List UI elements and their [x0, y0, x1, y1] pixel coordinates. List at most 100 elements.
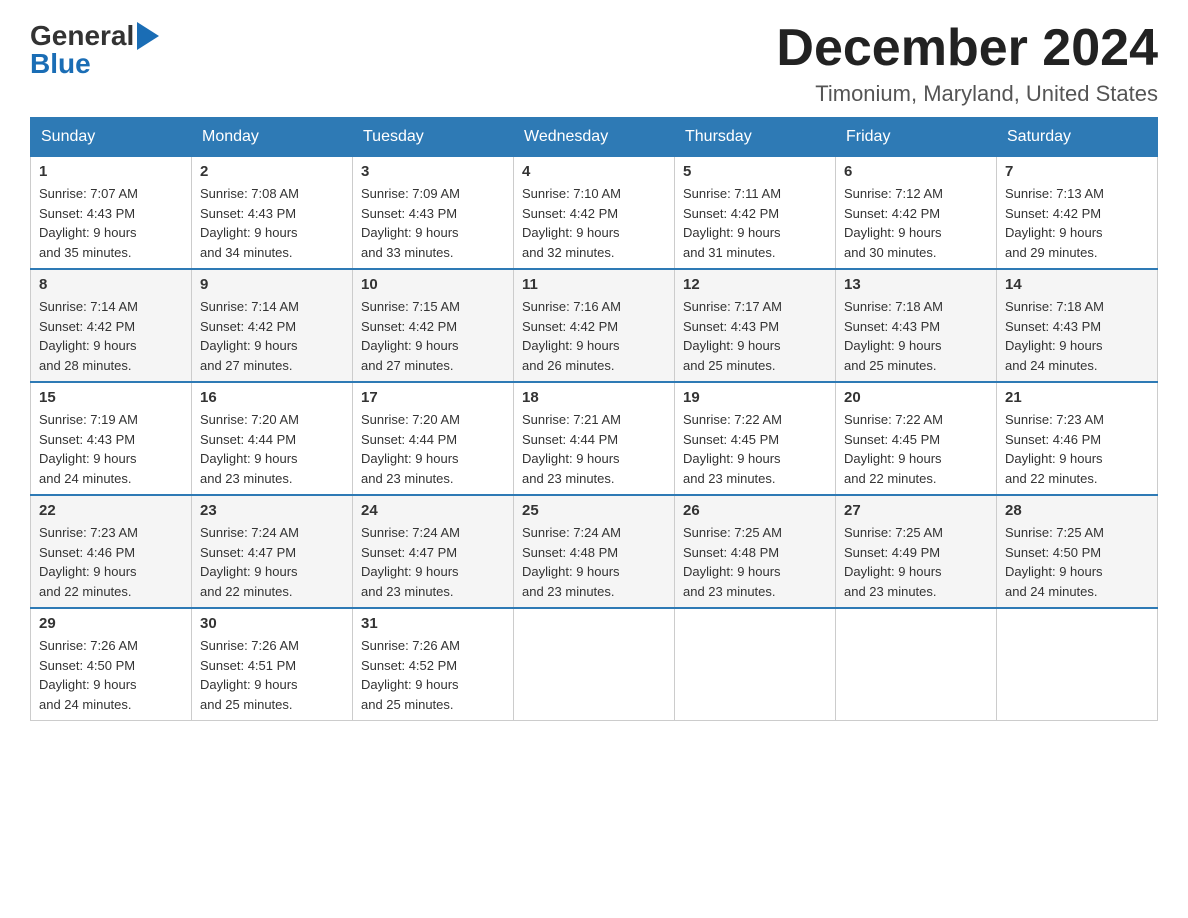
daylight-label: Daylight: 9 hoursand 23 minutes. — [683, 564, 781, 599]
calendar-cell: 22 Sunrise: 7:23 AM Sunset: 4:46 PM Dayl… — [31, 495, 192, 608]
sunset-label: Sunset: 4:44 PM — [522, 432, 618, 447]
location-subtitle: Timonium, Maryland, United States — [776, 81, 1158, 107]
sunset-label: Sunset: 4:43 PM — [39, 432, 135, 447]
sunrise-label: Sunrise: 7:22 AM — [683, 412, 782, 427]
sunset-label: Sunset: 4:42 PM — [844, 206, 940, 221]
day-number: 21 — [1005, 389, 1149, 406]
day-number: 12 — [683, 276, 827, 293]
day-info: Sunrise: 7:22 AM Sunset: 4:45 PM Dayligh… — [683, 410, 827, 488]
day-number: 18 — [522, 389, 666, 406]
day-number: 24 — [361, 502, 505, 519]
sunrise-label: Sunrise: 7:10 AM — [522, 186, 621, 201]
day-info: Sunrise: 7:24 AM Sunset: 4:47 PM Dayligh… — [361, 523, 505, 601]
calendar-week-row: 22 Sunrise: 7:23 AM Sunset: 4:46 PM Dayl… — [31, 495, 1158, 608]
daylight-label: Daylight: 9 hoursand 22 minutes. — [1005, 451, 1103, 486]
day-info: Sunrise: 7:26 AM Sunset: 4:50 PM Dayligh… — [39, 636, 183, 714]
calendar-cell: 9 Sunrise: 7:14 AM Sunset: 4:42 PM Dayli… — [192, 269, 353, 382]
daylight-label: Daylight: 9 hoursand 25 minutes. — [200, 677, 298, 712]
sunrise-label: Sunrise: 7:20 AM — [361, 412, 460, 427]
calendar-cell — [997, 608, 1158, 721]
sunrise-label: Sunrise: 7:22 AM — [844, 412, 943, 427]
day-number: 3 — [361, 163, 505, 180]
day-number: 17 — [361, 389, 505, 406]
day-number: 30 — [200, 615, 344, 632]
calendar-cell — [675, 608, 836, 721]
day-info: Sunrise: 7:26 AM Sunset: 4:51 PM Dayligh… — [200, 636, 344, 714]
day-number: 20 — [844, 389, 988, 406]
day-info: Sunrise: 7:23 AM Sunset: 4:46 PM Dayligh… — [39, 523, 183, 601]
calendar-cell: 11 Sunrise: 7:16 AM Sunset: 4:42 PM Dayl… — [514, 269, 675, 382]
sunset-label: Sunset: 4:44 PM — [200, 432, 296, 447]
sunrise-label: Sunrise: 7:25 AM — [844, 525, 943, 540]
daylight-label: Daylight: 9 hoursand 22 minutes. — [39, 564, 137, 599]
sunset-label: Sunset: 4:42 PM — [522, 206, 618, 221]
sunrise-label: Sunrise: 7:26 AM — [39, 638, 138, 653]
sunrise-label: Sunrise: 7:08 AM — [200, 186, 299, 201]
calendar-cell: 29 Sunrise: 7:26 AM Sunset: 4:50 PM Dayl… — [31, 608, 192, 721]
sunrise-label: Sunrise: 7:23 AM — [39, 525, 138, 540]
calendar-cell: 7 Sunrise: 7:13 AM Sunset: 4:42 PM Dayli… — [997, 157, 1158, 270]
calendar-cell: 17 Sunrise: 7:20 AM Sunset: 4:44 PM Dayl… — [353, 382, 514, 495]
calendar-week-row: 15 Sunrise: 7:19 AM Sunset: 4:43 PM Dayl… — [31, 382, 1158, 495]
sunset-label: Sunset: 4:42 PM — [522, 319, 618, 334]
sunrise-label: Sunrise: 7:19 AM — [39, 412, 138, 427]
daylight-label: Daylight: 9 hoursand 27 minutes. — [200, 338, 298, 373]
sunset-label: Sunset: 4:43 PM — [683, 319, 779, 334]
day-number: 25 — [522, 502, 666, 519]
day-info: Sunrise: 7:23 AM Sunset: 4:46 PM Dayligh… — [1005, 410, 1149, 488]
day-number: 28 — [1005, 502, 1149, 519]
daylight-label: Daylight: 9 hoursand 23 minutes. — [683, 451, 781, 486]
calendar-cell: 3 Sunrise: 7:09 AM Sunset: 4:43 PM Dayli… — [353, 157, 514, 270]
calendar-cell: 13 Sunrise: 7:18 AM Sunset: 4:43 PM Dayl… — [836, 269, 997, 382]
calendar-cell — [514, 608, 675, 721]
day-info: Sunrise: 7:25 AM Sunset: 4:50 PM Dayligh… — [1005, 523, 1149, 601]
calendar-cell: 20 Sunrise: 7:22 AM Sunset: 4:45 PM Dayl… — [836, 382, 997, 495]
sunrise-label: Sunrise: 7:24 AM — [522, 525, 621, 540]
sunset-label: Sunset: 4:42 PM — [683, 206, 779, 221]
sunset-label: Sunset: 4:46 PM — [39, 545, 135, 560]
sunrise-label: Sunrise: 7:11 AM — [683, 186, 781, 201]
day-number: 7 — [1005, 163, 1149, 180]
logo-blue-part — [137, 22, 159, 50]
day-number: 23 — [200, 502, 344, 519]
daylight-label: Daylight: 9 hoursand 24 minutes. — [39, 677, 137, 712]
daylight-label: Daylight: 9 hoursand 33 minutes. — [361, 225, 459, 260]
sunset-label: Sunset: 4:43 PM — [1005, 319, 1101, 334]
daylight-label: Daylight: 9 hoursand 23 minutes. — [522, 564, 620, 599]
calendar-header-row: SundayMondayTuesdayWednesdayThursdayFrid… — [31, 118, 1158, 157]
col-header-thursday: Thursday — [675, 118, 836, 157]
calendar-cell: 1 Sunrise: 7:07 AM Sunset: 4:43 PM Dayli… — [31, 157, 192, 270]
col-header-wednesday: Wednesday — [514, 118, 675, 157]
sunset-label: Sunset: 4:49 PM — [844, 545, 940, 560]
sunrise-label: Sunrise: 7:24 AM — [200, 525, 299, 540]
title-block: December 2024 Timonium, Maryland, United… — [776, 20, 1158, 107]
sunrise-label: Sunrise: 7:09 AM — [361, 186, 460, 201]
day-number: 9 — [200, 276, 344, 293]
calendar-cell: 21 Sunrise: 7:23 AM Sunset: 4:46 PM Dayl… — [997, 382, 1158, 495]
day-info: Sunrise: 7:14 AM Sunset: 4:42 PM Dayligh… — [39, 297, 183, 375]
daylight-label: Daylight: 9 hoursand 24 minutes. — [39, 451, 137, 486]
day-info: Sunrise: 7:12 AM Sunset: 4:42 PM Dayligh… — [844, 184, 988, 262]
sunset-label: Sunset: 4:45 PM — [844, 432, 940, 447]
day-number: 31 — [361, 615, 505, 632]
sunset-label: Sunset: 4:42 PM — [200, 319, 296, 334]
calendar-week-row: 1 Sunrise: 7:07 AM Sunset: 4:43 PM Dayli… — [31, 157, 1158, 270]
col-header-tuesday: Tuesday — [353, 118, 514, 157]
day-number: 4 — [522, 163, 666, 180]
day-number: 8 — [39, 276, 183, 293]
calendar-cell: 26 Sunrise: 7:25 AM Sunset: 4:48 PM Dayl… — [675, 495, 836, 608]
daylight-label: Daylight: 9 hoursand 25 minutes. — [683, 338, 781, 373]
calendar-cell: 2 Sunrise: 7:08 AM Sunset: 4:43 PM Dayli… — [192, 157, 353, 270]
day-number: 22 — [39, 502, 183, 519]
calendar-cell: 24 Sunrise: 7:24 AM Sunset: 4:47 PM Dayl… — [353, 495, 514, 608]
sunset-label: Sunset: 4:46 PM — [1005, 432, 1101, 447]
sunrise-label: Sunrise: 7:21 AM — [522, 412, 621, 427]
sunset-label: Sunset: 4:42 PM — [361, 319, 457, 334]
sunrise-label: Sunrise: 7:24 AM — [361, 525, 460, 540]
daylight-label: Daylight: 9 hoursand 23 minutes. — [844, 564, 942, 599]
daylight-label: Daylight: 9 hoursand 24 minutes. — [1005, 564, 1103, 599]
calendar-cell: 28 Sunrise: 7:25 AM Sunset: 4:50 PM Dayl… — [997, 495, 1158, 608]
calendar-cell: 31 Sunrise: 7:26 AM Sunset: 4:52 PM Dayl… — [353, 608, 514, 721]
daylight-label: Daylight: 9 hoursand 25 minutes. — [361, 677, 459, 712]
daylight-label: Daylight: 9 hoursand 29 minutes. — [1005, 225, 1103, 260]
